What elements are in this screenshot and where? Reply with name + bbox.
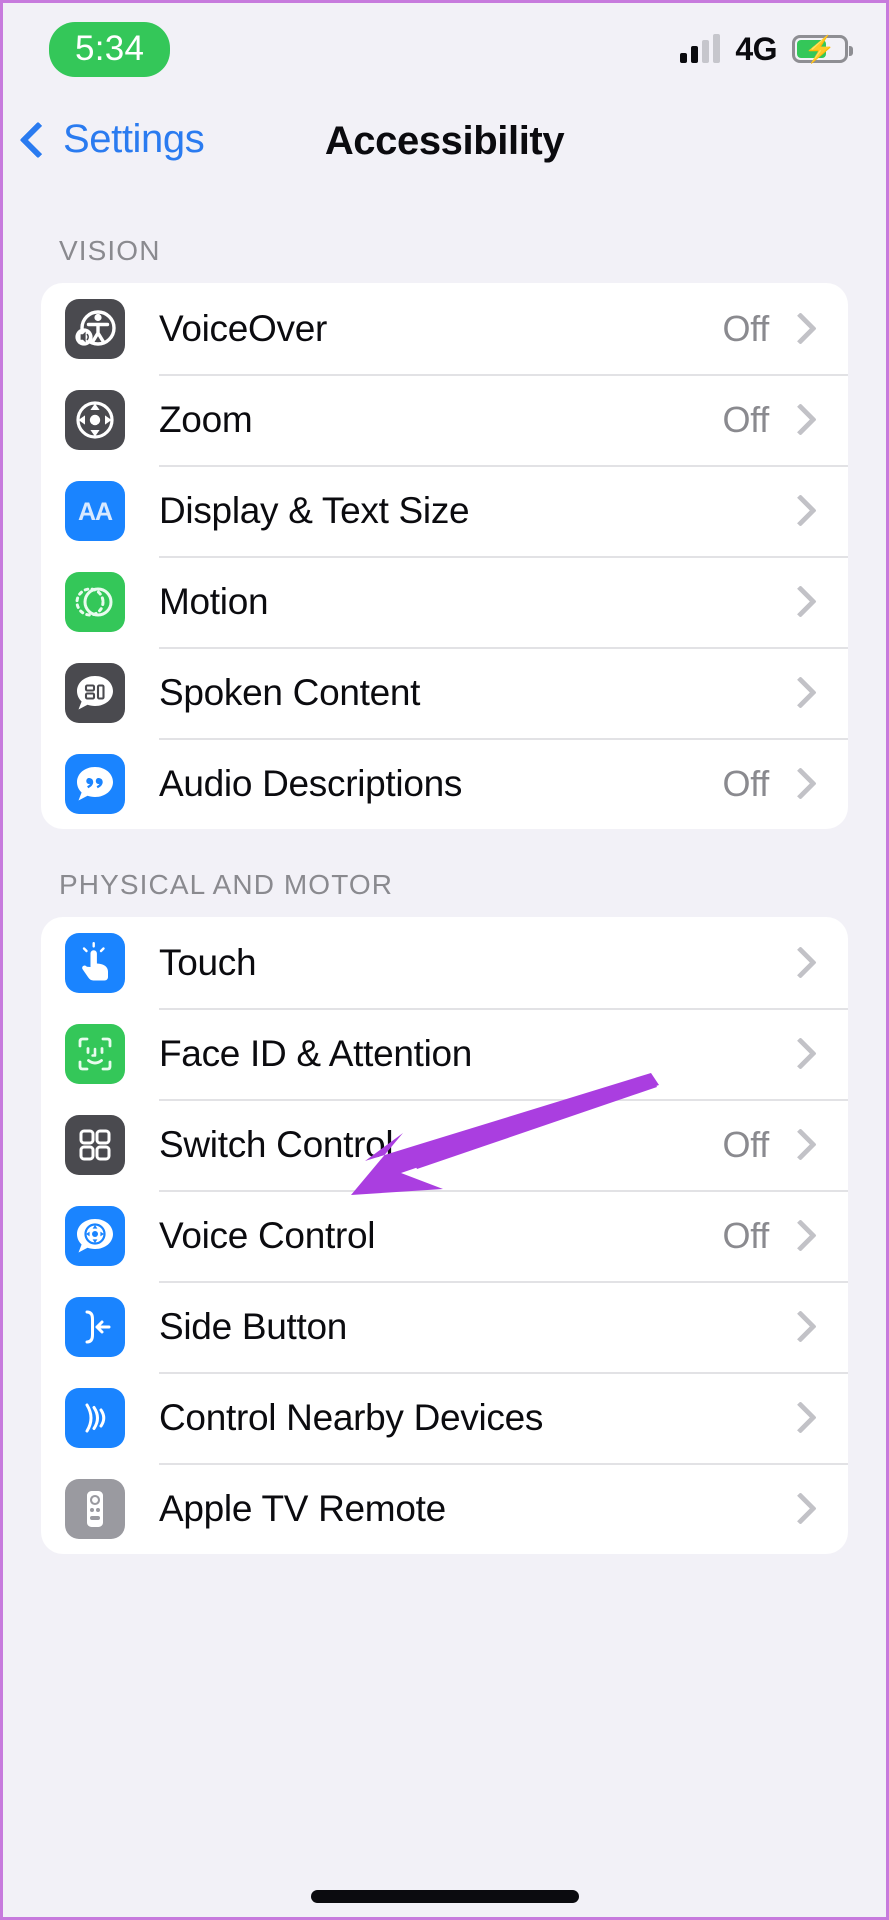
settings-row-side-button[interactable]: Side Button <box>41 1281 848 1372</box>
settings-row-label: VoiceOver <box>159 307 327 349</box>
physical-and-motor-group: Touch Face ID & Attention Switch Control… <box>41 917 848 1554</box>
settings-row-label: Voice Control <box>159 1214 376 1256</box>
settings-list[interactable]: VISION VoiceOver Off Zoom Off AA Display… <box>3 205 886 1917</box>
navigation-bar: Settings Accessibility <box>3 95 886 205</box>
section-header-vision: VISION <box>59 235 161 266</box>
page-title: Accessibility <box>324 119 565 163</box>
settings-row-label: Zoom <box>159 398 253 440</box>
chevron-right-icon <box>784 676 817 709</box>
home-indicator <box>310 1890 579 1903</box>
chevron-right-icon <box>784 1128 817 1161</box>
display-text-size-icon: AA <box>65 480 125 541</box>
motion-icon <box>65 571 125 632</box>
settings-row-audio-descriptions[interactable]: Audio Descriptions Off <box>41 738 848 829</box>
status-bar-indicators: 4G ⚡ <box>680 30 853 68</box>
chevron-right-icon <box>784 1401 817 1434</box>
settings-row-label: Apple TV Remote <box>159 1487 446 1529</box>
settings-row-value: Off <box>722 398 770 440</box>
chevron-right-icon <box>784 767 817 800</box>
chevron-right-icon <box>784 403 817 436</box>
settings-row-label: Display & Text Size <box>159 489 470 531</box>
settings-row-voiceover[interactable]: VoiceOver Off <box>41 283 848 374</box>
chevron-right-icon <box>784 585 817 618</box>
settings-row-control-nearby-devices[interactable]: Control Nearby Devices <box>41 1372 848 1463</box>
status-bar: 5:34 4G ⚡ <box>3 3 886 95</box>
chevron-right-icon <box>784 946 817 979</box>
settings-row-motion[interactable]: Motion <box>41 556 848 647</box>
battery-charging-icon: ⚡ <box>792 35 853 63</box>
control-nearby-devices-icon <box>65 1387 125 1448</box>
chevron-right-icon <box>784 1310 817 1343</box>
cellular-signal-icon <box>680 34 721 63</box>
settings-row-label: Face ID & Attention <box>159 1032 473 1074</box>
section-header-physical-and-motor: PHYSICAL AND MOTOR <box>59 869 394 900</box>
settings-row-label: Spoken Content <box>159 671 421 713</box>
settings-row-label: Side Button <box>159 1305 348 1347</box>
voiceover-icon <box>65 298 125 359</box>
network-type-label: 4G <box>735 30 777 67</box>
settings-row-value: Off <box>722 307 770 349</box>
status-bar-clock: 5:34 <box>49 21 171 77</box>
settings-row-face-id-attention[interactable]: Face ID & Attention <box>41 1008 848 1099</box>
settings-row-label: Motion <box>159 580 269 622</box>
audio-descriptions-icon <box>65 753 125 814</box>
settings-row-value: Off <box>722 1123 770 1165</box>
voice-control-icon <box>65 1205 125 1266</box>
chevron-right-icon <box>784 1492 817 1525</box>
chevron-right-icon <box>784 312 817 345</box>
phone-screen: 5:34 4G ⚡ Settings Accessibility VISION <box>0 0 889 1920</box>
chevron-right-icon <box>784 494 817 527</box>
touch-icon <box>65 932 125 993</box>
settings-row-voice-control[interactable]: Voice Control Off <box>41 1190 848 1281</box>
svg-text:AA: AA <box>78 498 113 526</box>
settings-row-touch[interactable]: Touch <box>41 917 848 1008</box>
settings-row-label: Audio Descriptions <box>159 762 463 804</box>
settings-row-zoom[interactable]: Zoom Off <box>41 374 848 465</box>
settings-row-label: Switch Control <box>159 1123 394 1165</box>
face-id-icon <box>65 1023 125 1084</box>
settings-row-label: Touch <box>159 941 257 983</box>
zoom-icon <box>65 389 125 450</box>
settings-row-label: Control Nearby Devices <box>159 1396 544 1438</box>
settings-row-apple-tv-remote[interactable]: Apple TV Remote <box>41 1463 848 1554</box>
spoken-content-icon <box>65 662 125 723</box>
vision-group: VoiceOver Off Zoom Off AA Display & Text… <box>41 283 848 829</box>
settings-row-value: Off <box>722 762 770 804</box>
chevron-right-icon <box>784 1219 817 1252</box>
switch-control-icon <box>65 1114 125 1175</box>
chevron-right-icon <box>784 1037 817 1070</box>
apple-tv-remote-icon <box>65 1478 125 1539</box>
settings-row-switch-control[interactable]: Switch Control Off <box>41 1099 848 1190</box>
settings-row-spoken-content[interactable]: Spoken Content <box>41 647 848 738</box>
settings-row-value: Off <box>722 1214 770 1256</box>
side-button-icon <box>65 1296 125 1357</box>
settings-row-display-text-size[interactable]: AA Display & Text Size <box>41 465 848 556</box>
